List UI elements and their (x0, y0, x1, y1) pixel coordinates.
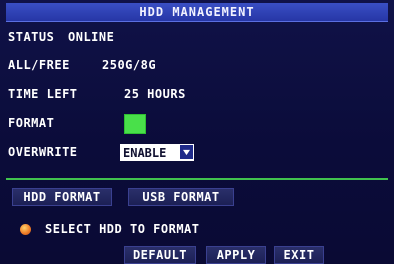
orange-dot-icon (20, 223, 31, 235)
apply-button[interactable]: APPLY (206, 246, 266, 264)
capacity-label: ALL/FREE (8, 58, 70, 72)
status-label: STATUS (8, 30, 55, 44)
default-button[interactable]: DEFAULT (124, 246, 196, 264)
overwrite-selected-value: ENABLE (123, 145, 167, 160)
window-title: HDD MANAGEMENT (6, 3, 388, 22)
chevron-down-icon[interactable] (180, 145, 193, 159)
capacity-value: 250G/8G (102, 58, 157, 72)
time-left-value: 25 HOURS (124, 87, 186, 101)
format-row: FORMAT (8, 116, 54, 130)
section-divider (6, 178, 388, 180)
overwrite-select[interactable]: ENABLE (120, 144, 194, 161)
format-checkbox[interactable] (124, 114, 146, 134)
exit-button[interactable]: EXIT (274, 246, 324, 264)
time-left-row: TIME LEFT (8, 87, 78, 101)
status-row: STATUS (8, 30, 54, 44)
hdd-management-window: HDD MANAGEMENT STATUS ONLINE ALL/FREE 25… (0, 0, 394, 264)
hint-message: SELECT HDD TO FORMAT (20, 222, 200, 236)
time-left-label: TIME LEFT (8, 87, 78, 101)
usb-format-button[interactable]: USB FORMAT (128, 188, 234, 206)
hint-text: SELECT HDD TO FORMAT (45, 222, 200, 236)
overwrite-row: OVERWRITE (8, 145, 78, 159)
status-value: ONLINE (68, 30, 115, 44)
capacity-row: ALL/FREE (8, 58, 70, 72)
format-label: FORMAT (8, 116, 55, 130)
hdd-format-button[interactable]: HDD FORMAT (12, 188, 112, 206)
overwrite-label: OVERWRITE (8, 145, 78, 159)
